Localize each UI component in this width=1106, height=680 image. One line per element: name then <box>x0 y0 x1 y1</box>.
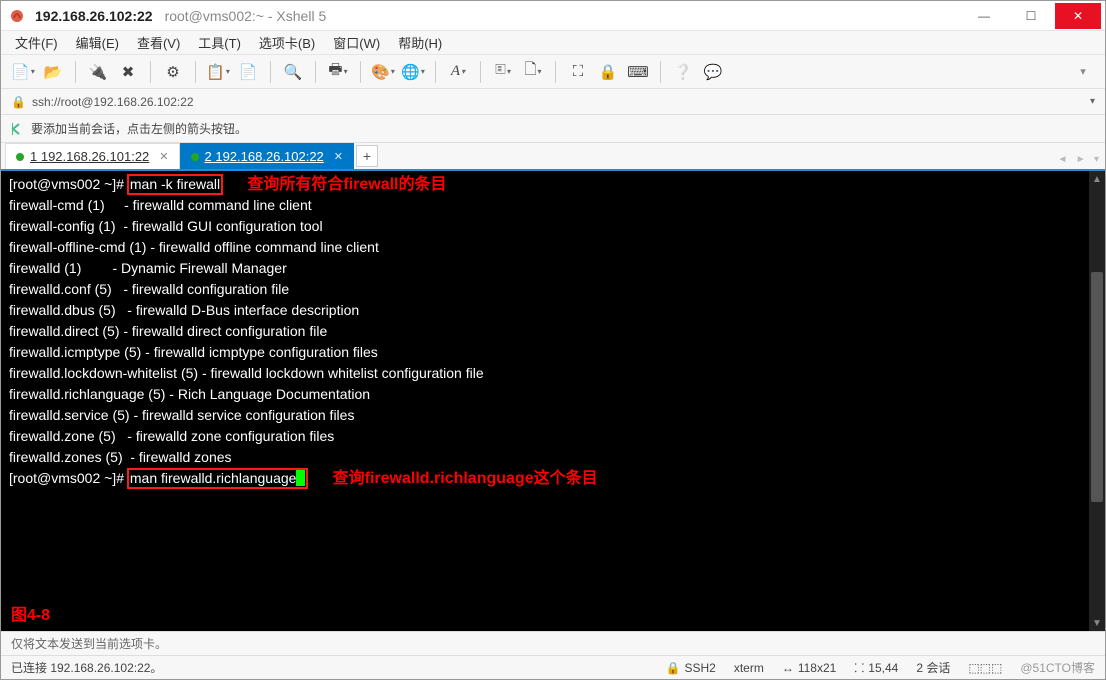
status-connection: 已连接 192.168.26.102:22。 <box>11 659 162 676</box>
status-dot-icon <box>16 153 24 161</box>
hint-text: 要添加当前会话，点击左侧的箭头按钮。 <box>31 120 247 137</box>
ssh-lock-icon: 🔒 <box>11 95 26 109</box>
menu-view[interactable]: 查看(V) <box>137 33 180 52</box>
new-session-icon[interactable]: 📄 <box>11 60 35 84</box>
term-line: firewalld (1) - Dynamic Firewall Manager <box>9 260 287 276</box>
address-dropdown-icon[interactable]: ▾ <box>1090 96 1095 107</box>
menu-edit[interactable]: 编辑(E) <box>76 33 119 52</box>
session-tab-1[interactable]: 1 192.168.26.101:22 ✕ <box>5 143 180 169</box>
tab-label: 1 192.168.26.101:22 <box>30 149 149 164</box>
add-tab-button[interactable]: + <box>356 145 378 167</box>
toolbar: 📄 📂 🔌 ✖ ⚙ 📋 📄 🔍 🖶 🎨 🌐 A 🗉 🗋 ⛶ 🔒 ⌨ ❔ 💬 ▾ <box>1 55 1105 89</box>
fullscreen-icon[interactable]: ⛶ <box>566 60 590 84</box>
clear-screen-icon[interactable]: 🗋 <box>521 60 545 84</box>
feedback-icon[interactable]: 💬 <box>701 60 725 84</box>
font-icon[interactable]: A <box>446 60 470 84</box>
term-line: firewalld.zone (5) - firewalld zone conf… <box>9 428 334 444</box>
prompt: [root@vms002 ~]# <box>9 176 128 192</box>
close-icon[interactable]: ✕ <box>334 150 343 163</box>
terminal-output[interactable]: [root@vms002 ~]# man -k firewall 查询所有符合f… <box>1 171 1105 631</box>
print-icon[interactable]: 🖶 <box>326 60 350 84</box>
reconnect-icon[interactable]: 🔌 <box>86 60 110 84</box>
send-hint-text: 仅将文本发送到当前选项卡。 <box>11 635 167 652</box>
term-line: firewalld.lockdown-whitelist (5) - firew… <box>9 365 484 381</box>
keyboard-icon[interactable]: ⌨ <box>626 60 650 84</box>
clear-scroll-icon[interactable]: 🗉 <box>491 60 515 84</box>
term-line: firewalld.zones (5) - firewalld zones <box>9 449 232 465</box>
term-line: firewall-config (1) - firewalld GUI conf… <box>9 218 323 234</box>
addressbar[interactable]: 🔒 ssh://root@192.168.26.102:22 ▾ <box>1 89 1105 115</box>
cmd-man-richlanguage: man firewalld.richlanguage <box>128 469 308 488</box>
properties-icon[interactable]: ⚙ <box>161 60 185 84</box>
window-close[interactable]: ✕ <box>1055 3 1101 29</box>
cursor-icon <box>296 470 305 486</box>
statusbar: 已连接 192.168.26.102:22。 🔒 SSH2 xterm ↔ 11… <box>1 655 1105 679</box>
toolbar-menu-icon[interactable]: ▾ <box>1071 60 1095 84</box>
figure-label: 图4-8 <box>11 606 50 625</box>
hint-bar: 要添加当前会话，点击左侧的箭头按钮。 <box>1 115 1105 143</box>
open-icon[interactable]: 📂 <box>41 60 65 84</box>
status-size: ↔ 118x21 <box>782 661 836 675</box>
paste-icon[interactable]: 📄 <box>236 60 260 84</box>
scroll-down-icon[interactable]: ▼ <box>1089 615 1105 631</box>
tabbar: 1 192.168.26.101:22 ✕ 2 192.168.26.102:2… <box>1 143 1105 171</box>
term-line: firewalld.service (5) - firewalld servic… <box>9 407 354 423</box>
address-url: ssh://root@192.168.26.102:22 <box>32 95 194 109</box>
menu-file[interactable]: 文件(F) <box>15 33 58 52</box>
status-term: xterm <box>734 661 764 675</box>
cmd-mank: man -k firewall <box>128 175 222 194</box>
lock-icon[interactable]: 🔒 <box>596 60 620 84</box>
term-line: firewall-cmd (1) - firewalld command lin… <box>9 197 312 213</box>
scroll-up-icon[interactable]: ▲ <box>1089 171 1105 187</box>
encoding-icon[interactable]: 🌐 <box>401 60 425 84</box>
menu-help[interactable]: 帮助(H) <box>398 33 442 52</box>
annotation-2: 查询firewalld.richlanguage这个条目 <box>333 470 598 487</box>
window-minimize[interactable]: — <box>961 3 1007 29</box>
term-line: firewalld.conf (5) - firewalld configura… <box>9 281 289 297</box>
status-pos: ⸬ 15,44 <box>854 659 898 676</box>
send-hint-bar: 仅将文本发送到当前选项卡。 <box>1 631 1105 655</box>
term-line: firewall-offline-cmd (1) - firewalld off… <box>9 239 379 255</box>
menu-tab[interactable]: 选项卡(B) <box>259 33 315 52</box>
term-line: firewalld.direct (5) - firewalld direct … <box>9 323 327 339</box>
terminal-scrollbar[interactable]: ▲ ▼ <box>1089 171 1105 631</box>
term-line: firewalld.dbus (5) - firewalld D-Bus int… <box>9 302 359 318</box>
watermark: @51CTO博客 <box>1020 659 1095 676</box>
menu-window[interactable]: 窗口(W) <box>333 33 380 52</box>
app-icon <box>9 8 25 24</box>
tab-nav-arrows[interactable]: ◄ ► ▾ <box>1058 154 1099 165</box>
session-tab-2[interactable]: 2 192.168.26.102:22 ✕ <box>180 143 355 169</box>
copy-icon[interactable]: 📋 <box>206 60 230 84</box>
prompt: [root@vms002 ~]# <box>9 470 128 486</box>
tab-label: 2 192.168.26.102:22 <box>205 149 324 164</box>
scroll-thumb[interactable] <box>1091 272 1103 502</box>
window-maximize[interactable]: ☐ <box>1008 3 1054 29</box>
close-icon[interactable]: ✕ <box>159 150 168 163</box>
add-session-arrow-icon[interactable] <box>9 121 25 137</box>
disconnect-icon[interactable]: ✖ <box>116 60 140 84</box>
menu-tools[interactable]: 工具(T) <box>198 33 241 52</box>
find-icon[interactable]: 🔍 <box>281 60 305 84</box>
annotation-1: 查询所有符合firewall的条目 <box>247 176 446 193</box>
status-caps: ⬚⬚⬚ <box>968 661 1002 675</box>
title-session: root@vms002:~ - Xshell 5 <box>165 8 327 24</box>
status-sessions: 2 会话 <box>916 659 950 676</box>
help-icon[interactable]: ❔ <box>671 60 695 84</box>
titlebar: 192.168.26.102:22 root@vms002:~ - Xshell… <box>1 1 1105 31</box>
title-host: 192.168.26.102:22 <box>35 8 153 24</box>
color-icon[interactable]: 🎨 <box>371 60 395 84</box>
status-ssh: 🔒 SSH2 <box>666 661 716 675</box>
menubar: 文件(F) 编辑(E) 查看(V) 工具(T) 选项卡(B) 窗口(W) 帮助(… <box>1 31 1105 55</box>
status-dot-icon <box>191 153 199 161</box>
term-line: firewalld.richlanguage (5) - Rich Langua… <box>9 386 370 402</box>
term-line: firewalld.icmptype (5) - firewalld icmpt… <box>9 344 378 360</box>
